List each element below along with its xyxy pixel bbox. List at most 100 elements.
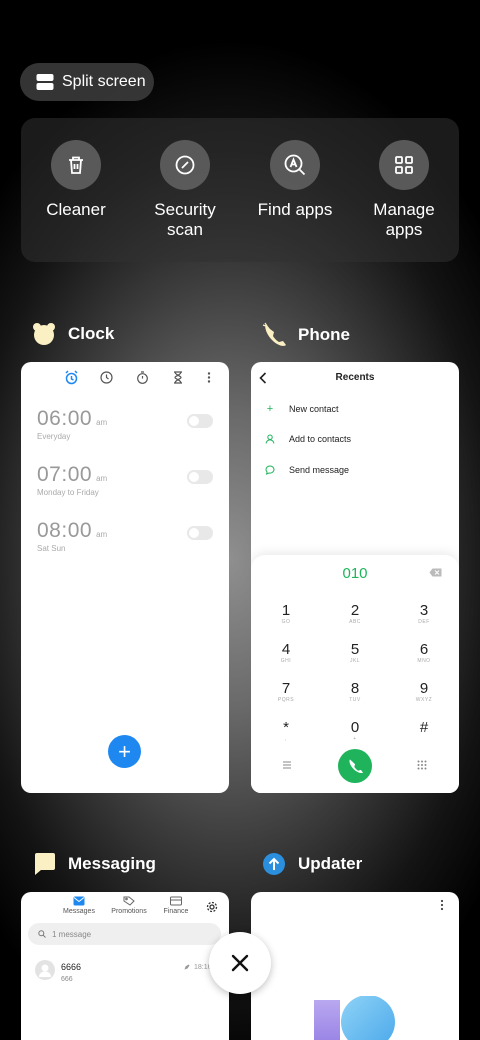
tag-icon [123,896,135,906]
alarm-toggle[interactable] [187,414,213,428]
cleaner-label: Cleaner [46,200,106,219]
recents-title: Recents [335,372,375,383]
split-screen-icon [36,74,54,90]
phone-call-icon [349,759,363,774]
new-contact-label: New contact [289,404,339,414]
phone-app-icon [262,322,286,346]
messaging-app-card[interactable]: Messages Promotions Finance 1 message 66… [21,892,229,1040]
menu-icon[interactable] [282,761,292,769]
close-all-button[interactable] [209,932,271,994]
find-apps-button[interactable]: Find apps [240,140,350,220]
add-to-contacts-label: Add to contacts [289,434,352,444]
alarm-time: 08:00 [37,519,93,542]
manage-apps-label: Manage apps [373,200,435,239]
pencil-icon [184,964,190,970]
call-button[interactable] [338,749,372,783]
dialpad-key[interactable]: 4 GHI [261,641,311,664]
messaging-app-icon [35,853,55,875]
more-options-icon[interactable] [206,371,212,384]
alarm-row[interactable]: 08:00 am Sat Sun [37,519,213,553]
manage-apps-button[interactable]: Manage apps [349,140,459,240]
clock-tab-bar [21,370,229,386]
send-message-item[interactable]: Send message [265,465,349,475]
tab-finance[interactable]: Finance [154,896,198,915]
dialpad-key[interactable]: 6 MNO [399,641,449,664]
alarm-icon[interactable] [64,370,79,385]
card-icon [170,896,182,906]
phone-app-header: Phone [262,322,350,348]
clock-app-name: Clock [68,324,115,343]
tab-promotions[interactable]: Promotions [107,896,151,915]
search-placeholder: 1 message [52,929,92,939]
alarm-repeat: Sat Sun [37,544,66,553]
close-icon [231,954,249,972]
updater-app-header: Updater [262,852,362,876]
new-contact-item[interactable]: + New contact [265,403,339,415]
tab-messages[interactable]: Messages [57,896,101,915]
dialpad-toggle-icon[interactable] [417,760,427,770]
dialpad-key[interactable]: 3 DEF [399,602,449,625]
person-icon [39,964,51,977]
plus-icon: + [266,403,274,415]
world-clock-icon[interactable] [100,371,113,384]
plus-icon: + [118,738,131,764]
clock-app-card[interactable]: 06:00 am Everyday 07:00 am Monday to Frida… [21,362,229,793]
grid-icon [395,156,413,174]
dialpad: 010 1 GO 2 ABC 3 DEF 4 GHI 5 JKL 6 MNO 7 PQRS 8… [251,555,459,793]
phone-app-card[interactable]: Recents + New contact Add to contacts Se… [251,362,459,793]
add-to-contacts-item[interactable]: Add to contacts [265,434,351,444]
alarm-ampm: am [96,530,108,539]
alarm-time: 07:00 [37,463,93,486]
clock-app-header: Clock [32,322,114,346]
security-scan-label: Security scan [154,200,216,239]
dialpad-key[interactable]: 0 + [330,719,380,742]
updater-app-card[interactable] [251,892,459,1040]
trash-icon [69,156,83,174]
updater-app-name: Updater [298,854,363,873]
more-options-icon[interactable] [439,899,445,911]
send-message-label: Send message [289,465,350,475]
split-screen-label: Split screen [62,73,146,90]
phone-app-name: Phone [298,325,350,344]
dialpad-key[interactable]: 1 GO [261,602,311,625]
gear-icon[interactable] [206,901,218,913]
message-icon [265,465,275,475]
alarm-row[interactable]: 06:00 am Everyday [37,407,213,441]
avatar [35,960,55,980]
clock-app-icon [33,323,55,345]
dialpad-key[interactable]: 7 PQRS [261,680,311,703]
dialpad-key[interactable]: # [399,719,449,736]
quick-tools-panel: Cleaner Security scan Find apps Manage a… [21,118,459,262]
timer-icon[interactable] [172,371,184,384]
alarm-toggle[interactable] [187,526,213,540]
dialpad-key[interactable]: 5 JKL [330,641,380,664]
miui-logo-icon [314,996,395,1040]
add-alarm-button[interactable]: + [108,735,141,768]
alarm-ampm: am [96,418,108,427]
alarm-time: 06:00 [37,407,93,430]
find-apps-icon [284,154,306,176]
backspace-icon[interactable] [429,568,442,577]
thread-preview: 666 [61,976,73,983]
dialpad-key[interactable]: 9 WXYZ [399,680,449,703]
messaging-app-name: Messaging [68,854,156,873]
alarm-row[interactable]: 07:00 am Monday to Friday [37,463,213,497]
stopwatch-icon[interactable] [136,371,149,384]
search-input[interactable]: 1 message [28,923,221,945]
find-apps-label: Find apps [257,200,333,219]
security-scan-button[interactable]: Security scan [130,140,240,240]
cleaner-button[interactable]: Cleaner [21,140,131,220]
alarm-toggle[interactable] [187,470,213,484]
split-screen-button[interactable]: Split screen [20,63,154,101]
dialpad-key[interactable]: 2 ABC [330,602,380,625]
person-icon [265,434,275,444]
dialpad-key[interactable]: *, [261,719,311,742]
dialed-number: 010 [342,565,368,582]
thread-sender: 6666 [61,962,82,972]
alarm-ampm: am [96,474,108,483]
updater-app-icon [263,853,285,875]
security-scan-icon [175,155,195,175]
dialpad-key[interactable]: 8 TUV [330,680,380,703]
alarm-repeat: Everyday [37,432,71,441]
alarm-repeat: Monday to Friday [37,488,99,497]
